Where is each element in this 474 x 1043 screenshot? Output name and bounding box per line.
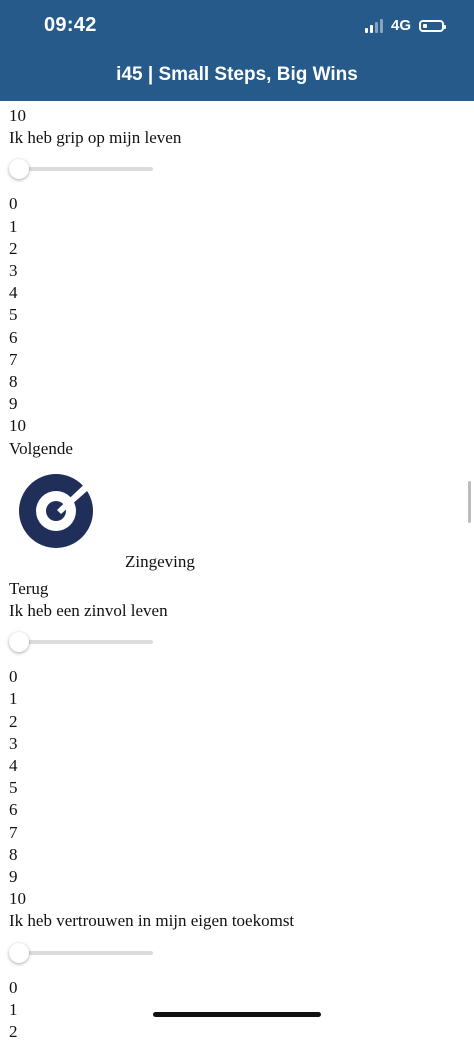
option-label: 4	[9, 756, 18, 776]
option-label: 10	[9, 106, 26, 125]
option-label: 5	[9, 778, 18, 798]
option-label: 1	[9, 999, 18, 1019]
option-label: 5	[9, 305, 18, 325]
section-header: Zingeving	[9, 468, 459, 578]
slider-track	[9, 167, 153, 172]
option-label: 3	[9, 261, 18, 281]
option-label: 2	[9, 711, 18, 731]
option-list: 0 1 2 3 4 5 6 7 8 9 10	[9, 193, 459, 437]
next-button[interactable]: Volgende	[9, 438, 459, 460]
slider-thumb[interactable]	[9, 159, 29, 180]
option-label: 10	[9, 889, 26, 909]
option-list: 0 1 2 3 4 5 6 7 8 9 10	[9, 666, 459, 910]
option-label: 0	[9, 667, 18, 687]
option-label: 0	[9, 977, 18, 997]
option-label: 2	[9, 238, 18, 258]
option-label: 3	[9, 733, 18, 753]
option-label: 8	[9, 844, 18, 864]
signal-icon	[364, 18, 383, 33]
slider-thumb[interactable]	[9, 632, 29, 653]
section-title: Zingeving	[125, 551, 195, 571]
app-header: 09:42 4G i45 | Small Steps, Big Wins	[0, 0, 474, 101]
network-label: 4G	[390, 17, 411, 34]
option-label: 7	[9, 822, 18, 842]
option-label: 9	[9, 394, 18, 414]
rating-slider[interactable]	[9, 631, 159, 653]
option-label: 0	[9, 194, 18, 214]
option-label: 2	[9, 1022, 18, 1042]
option-label: 1	[9, 689, 18, 709]
scrollbar[interactable]	[468, 481, 471, 523]
rating-slider[interactable]	[9, 158, 159, 180]
home-indicator[interactable]	[153, 1012, 321, 1017]
option-label: 1	[9, 216, 18, 236]
logo-icon	[19, 473, 93, 548]
question-label: Ik heb vertrouwen in mijn eigen toekomst	[9, 911, 295, 931]
option-label: 4	[9, 283, 18, 303]
option-label: 6	[9, 800, 18, 820]
option-label: 9	[9, 867, 18, 887]
slider-track	[9, 950, 153, 955]
questionnaire: 10 Ik heb grip op mijn leven 0 1 2 3 4 5…	[9, 105, 459, 1043]
slider-track	[9, 640, 153, 645]
question-label: Ik heb een zinvol leven	[9, 601, 168, 621]
slider-thumb[interactable]	[9, 942, 29, 963]
status-icons: 4G	[364, 17, 446, 34]
option-label: 10	[9, 416, 26, 436]
page-title: i45 | Small Steps, Big Wins	[116, 64, 358, 85]
option-label: 6	[9, 327, 18, 347]
question-label: Ik heb grip op mijn leven	[9, 128, 182, 148]
back-button[interactable]: Terug	[9, 578, 459, 600]
battery-icon	[419, 19, 446, 32]
option-label: 7	[9, 349, 18, 369]
rating-slider[interactable]	[9, 942, 159, 964]
option-list: 0 1 2	[9, 977, 459, 1043]
status-time: 09:42	[44, 14, 97, 36]
option-label: 8	[9, 372, 18, 392]
